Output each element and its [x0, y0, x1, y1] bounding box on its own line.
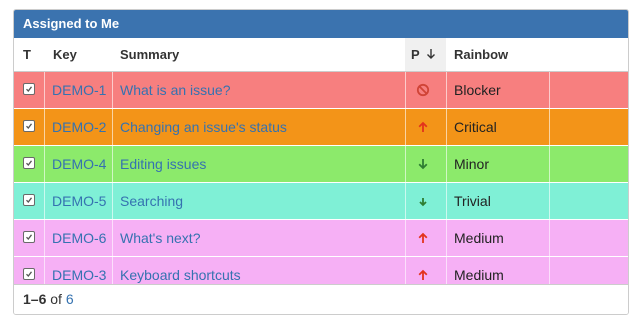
- rainbow-value: Trivial: [454, 193, 491, 209]
- column-priority[interactable]: P: [405, 38, 446, 71]
- table-row[interactable]: DEMO-1 What is an issue? Blocker: [14, 72, 628, 109]
- issue-summary-link[interactable]: Searching: [120, 183, 183, 219]
- issue-key-link[interactable]: DEMO-2: [52, 109, 106, 145]
- table-row[interactable]: DEMO-6 What's next? Medium: [14, 220, 628, 257]
- column-summary[interactable]: Summary: [120, 38, 179, 71]
- gadget-title: Assigned to Me: [14, 10, 628, 38]
- task-type-icon: [23, 83, 35, 95]
- column-priority-label: P: [411, 47, 420, 62]
- task-type-icon: [23, 231, 35, 243]
- column-rainbow[interactable]: Rainbow: [454, 38, 508, 71]
- rainbow-value: Minor: [454, 156, 490, 172]
- issue-key-link[interactable]: DEMO-5: [52, 183, 106, 219]
- issue-key-link[interactable]: DEMO-6: [52, 220, 106, 256]
- arrow-down-small-icon: [416, 194, 430, 208]
- arrow-up-icon: [416, 231, 430, 245]
- pagination-footer: 1–6 of 6: [14, 284, 628, 314]
- table-row[interactable]: DEMO-2 Changing an issue's status Critical: [14, 109, 628, 146]
- task-type-icon: [23, 157, 35, 169]
- issue-summary-link[interactable]: What is an issue?: [120, 72, 231, 108]
- issue-summary-link[interactable]: What's next?: [120, 220, 201, 256]
- issue-key-link[interactable]: DEMO-4: [52, 146, 106, 182]
- task-type-icon: [23, 194, 35, 206]
- table-row[interactable]: DEMO-4 Editing issues Minor: [14, 146, 628, 183]
- sort-down-icon: [427, 49, 436, 59]
- arrow-down-icon: [416, 157, 430, 171]
- table-header: T Key Summary P Rainbow: [14, 38, 628, 72]
- rainbow-value: Medium: [454, 230, 504, 246]
- column-key[interactable]: Key: [53, 38, 77, 71]
- issue-summary-link[interactable]: Changing an issue's status: [120, 109, 287, 145]
- task-type-icon: [23, 120, 35, 132]
- table-row[interactable]: DEMO-5 Searching Trivial: [14, 183, 628, 220]
- result-of: of: [50, 291, 62, 307]
- arrow-up-icon: [416, 268, 430, 282]
- issue-summary-link[interactable]: Editing issues: [120, 146, 206, 182]
- assigned-to-me-gadget: Assigned to Me T Key Summary P Rainbow D…: [13, 9, 629, 315]
- blocker-icon: [416, 83, 430, 97]
- rainbow-value: Critical: [454, 119, 497, 135]
- task-type-icon: [23, 268, 35, 280]
- column-type[interactable]: T: [23, 38, 31, 71]
- arrow-up-icon: [416, 120, 430, 134]
- result-range: 1–6: [23, 291, 47, 307]
- issue-table-body: DEMO-1 What is an issue? Blocker DEMO-2 Chan…: [14, 72, 628, 294]
- result-total-link[interactable]: 6: [66, 291, 74, 307]
- rainbow-value: Blocker: [454, 82, 501, 98]
- issue-key-link[interactable]: DEMO-1: [52, 72, 106, 108]
